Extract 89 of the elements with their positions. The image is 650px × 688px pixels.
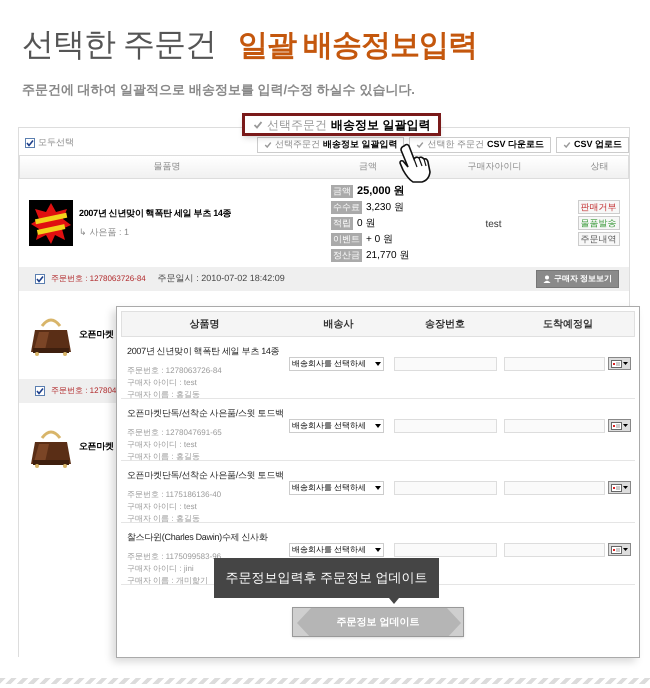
caret-icon: [375, 548, 381, 552]
order-number: 주문번호 : 1278063726-84: [51, 273, 146, 285]
carrier-select[interactable]: 배송회사를 선택하세: [289, 419, 384, 433]
tooltip: 주문정보입력후 주문정보 업데이트: [214, 558, 439, 598]
order-meta: 구매자 아이디 : jini: [127, 562, 194, 574]
amount-value: 0 원: [357, 216, 376, 230]
gift-count: ↳ 사은품 : 1: [79, 226, 130, 239]
order-meta: 주문번호 : 1278047691-65: [127, 426, 222, 438]
select-all-label: 모두선택: [38, 136, 74, 149]
check-icon: [253, 120, 263, 130]
checkbox[interactable]: [35, 274, 45, 284]
buyer-id: test: [485, 219, 502, 230]
order-meta: 구매자 이름 : 홍길동: [127, 388, 200, 400]
page-subtitle: 주문건에 대하여 일괄적으로 배송정보를 입력/수정 하실수 있습니다.: [22, 81, 416, 99]
product-title: 오픈마켓: [79, 328, 114, 342]
arrival-date-field[interactable]: [504, 481, 605, 495]
order-meta: 주문번호 : 1175186136-40: [127, 488, 222, 500]
tooltip-pointer-icon: [389, 598, 399, 604]
invoice-number-field[interactable]: [394, 543, 497, 557]
page-title-highlight: 일괄 배송정보입력: [238, 28, 478, 64]
column-header: 상태: [590, 160, 610, 174]
invoice-number-field[interactable]: [394, 419, 497, 433]
amount-label: 수수료: [331, 200, 362, 214]
checkbox[interactable]: [35, 386, 45, 396]
caret-icon: [623, 424, 628, 427]
order-meta: 구매자 아이디 : test: [127, 438, 197, 450]
order-meta: 구매자 이름 : 홍길동: [127, 512, 200, 524]
order-meta: 구매자 이름 : 개미핥기: [127, 574, 208, 586]
invoice-number-field[interactable]: [394, 481, 497, 495]
product-title: 오픈마켓단독/선착순 사은품/스윗 토드백: [127, 407, 285, 420]
order-meta: 구매자 아이디 : test: [127, 500, 197, 512]
order-meta: 구매자 이름 : 홍길동: [127, 450, 200, 462]
arrival-date-field[interactable]: [504, 419, 605, 433]
order-date: 주문일시 : 2010-07-02 18:42:09: [158, 272, 285, 286]
toolbar-button[interactable]: 선택한 주문건 CSV 다운로드: [409, 137, 551, 153]
carrier-select[interactable]: 배송회사를 선택하세: [289, 543, 384, 557]
toolbar-button[interactable]: 선택주문건 배송정보 일괄입력: [256, 137, 404, 153]
calendar-button[interactable]: [608, 419, 631, 432]
amount-label: 정산금: [331, 248, 362, 262]
calendar-button[interactable]: [608, 543, 631, 556]
product-title: 오픈마켓: [79, 440, 114, 454]
column-header: 구매자아이디: [466, 160, 522, 174]
amount-value: 25,000 원: [357, 184, 405, 199]
carrier-select[interactable]: 배송회사를 선택하세: [289, 357, 384, 371]
column-header: 배송사: [322, 318, 354, 332]
caret-icon: [375, 486, 381, 490]
column-header: 물품명: [152, 160, 182, 174]
caret-icon: [375, 424, 381, 428]
checkbox[interactable]: [25, 138, 35, 148]
column-header: 상품명: [188, 318, 220, 332]
amount-label: 금액: [331, 184, 353, 198]
amount-value: 21,770 원: [366, 248, 410, 262]
calendar-icon: [611, 546, 622, 554]
calendar-button[interactable]: [608, 481, 631, 494]
callout-label: 선택주문건 배송정보 일괄입력: [242, 113, 442, 136]
amount-label: 이벤트: [331, 232, 362, 246]
check-icon: [264, 141, 272, 149]
product-title: 찰스다윈(Charles Dawin)수제 신사화: [127, 531, 269, 544]
amount-value: 3,230 원: [366, 200, 404, 214]
column-header: 금액: [358, 160, 378, 174]
invoice-number-field[interactable]: [394, 357, 497, 371]
toolbar-button[interactable]: CSV 업로드: [556, 137, 629, 153]
caret-icon: [623, 548, 628, 551]
calendar-button[interactable]: [608, 357, 631, 370]
product-title: 2007년 신년맞이 핵폭탄 세일 부츠 14종: [127, 345, 280, 358]
amount-label: 적립: [331, 216, 353, 230]
page-title: 선택한 주문건: [22, 25, 216, 64]
arrival-date-field[interactable]: [504, 357, 605, 371]
order-meta: 구매자 아이디 : test: [127, 376, 197, 388]
column-header: 도착예정일: [542, 318, 594, 332]
person-icon: [542, 275, 551, 283]
amount-value: + 0 원: [366, 232, 393, 246]
calendar-icon: [611, 422, 622, 430]
check-icon: [562, 141, 571, 149]
product-title: 2007년 신년맞이 핵폭탄 세일 부츠 14종: [79, 206, 232, 220]
status-button[interactable]: 판매거부: [578, 200, 620, 214]
check-icon: [416, 141, 424, 149]
product-title: 오픈마켓단독/선착순 사은품/스윗 토드백: [127, 469, 285, 482]
order-meta: 주문번호 : 1278063726-84: [127, 364, 222, 376]
order-number: 주문번호 : 127804: [51, 385, 116, 397]
caret-icon: [623, 362, 628, 365]
caret-icon: [375, 362, 381, 366]
carrier-select[interactable]: 배송회사를 선택하세: [289, 481, 384, 495]
column-header: 송장번호: [424, 318, 466, 332]
status-button[interactable]: 주문내역: [578, 232, 620, 246]
arrival-date-field[interactable]: [504, 543, 605, 557]
calendar-icon: [611, 484, 622, 492]
caret-icon: [623, 486, 628, 489]
calendar-icon: [611, 360, 622, 368]
